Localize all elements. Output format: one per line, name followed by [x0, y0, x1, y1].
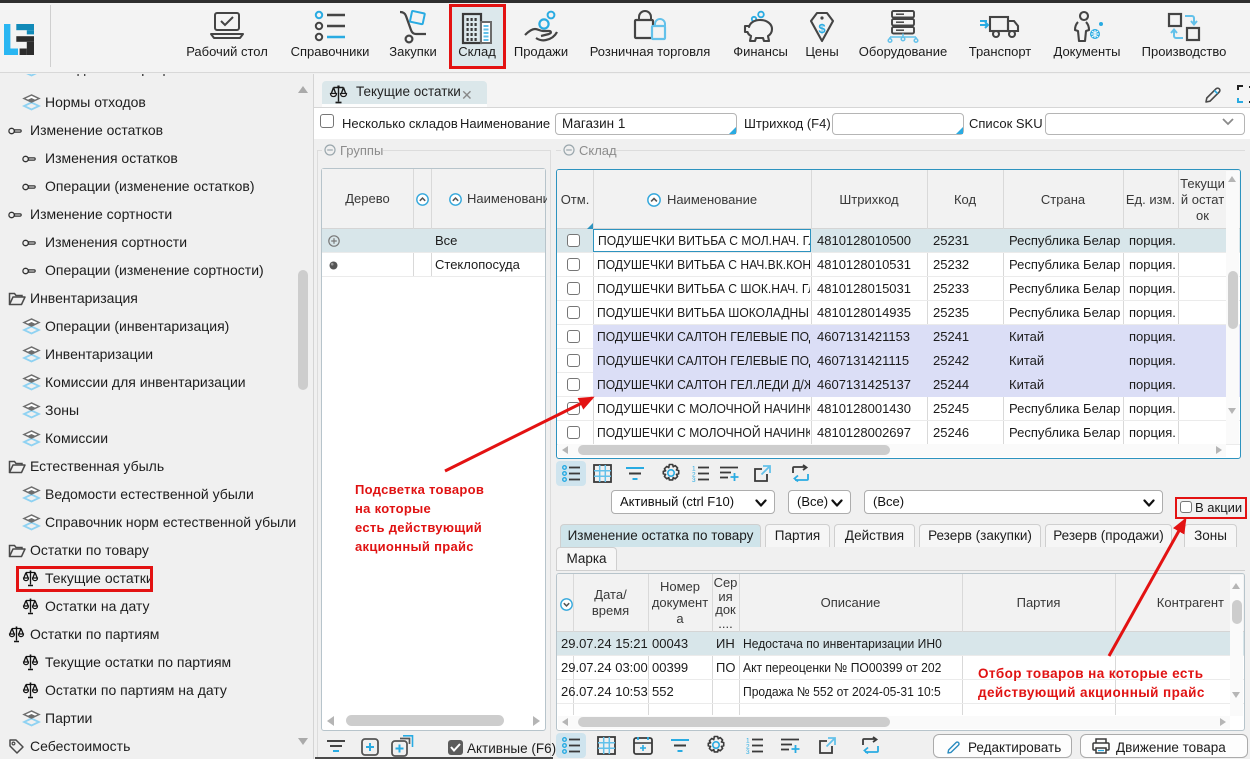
svg-text:3: 3 — [746, 749, 750, 754]
svg-text:$: $ — [818, 21, 826, 36]
svg-text:3: 3 — [692, 477, 696, 482]
